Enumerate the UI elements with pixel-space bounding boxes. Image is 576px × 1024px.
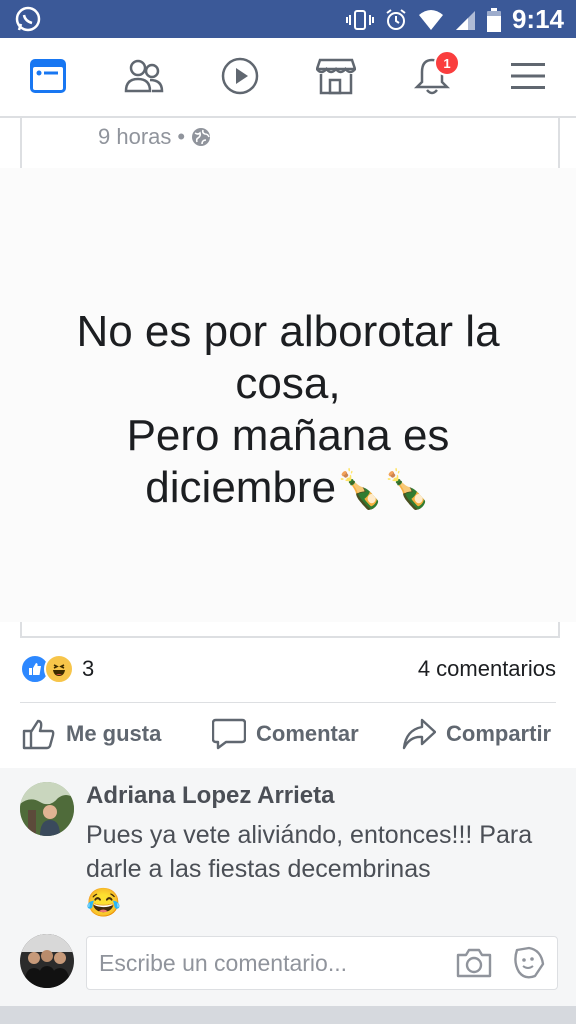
laughing-emoji: 😂 [86,887,121,918]
haha-reaction-icon [44,654,74,684]
comment-text: Pues ya vete aliviándo, entonces!!! Para… [86,821,533,883]
notification-badge: 1 [434,50,460,76]
image-text-line-3: Pero mañana es [126,411,450,460]
image-text-line-2: cosa, [235,359,341,408]
post-card-bottom [20,622,560,638]
image-text-line-4-wrap: diciembre🍾🍾 [0,462,576,516]
commenter-name[interactable]: Adriana Lopez Arrieta [86,782,335,810]
post-time-text: 9 horas [98,124,172,149]
share-label: Compartir [446,721,552,746]
like-label: Me gusta [66,721,162,746]
comment-icon [212,718,246,750]
reaction-count: 3 [82,656,95,681]
user-avatar[interactable] [20,934,74,988]
post-timestamp[interactable]: 9 horas • [98,124,211,150]
post-image[interactable]: No es por alborotar la cosa, Pero mañana… [0,168,576,622]
comment-text-wrap: Pues ya vete aliviándo, entonces!!! Para… [86,818,566,921]
comment-placeholder: Escribe un comentario... [99,950,348,976]
comment-button[interactable]: Comentar [212,718,359,750]
divider [20,702,556,703]
status-time: 9:14 [511,4,564,34]
status-bar: 9:14 [0,0,576,38]
share-icon [402,718,436,750]
post-header: 9 horas • [20,116,560,168]
image-text-line-1: No es por alborotar la [76,307,500,356]
sticker-icon[interactable] [511,946,545,980]
tab-notifications[interactable]: 1 [410,50,460,96]
share-button[interactable]: Compartir [402,718,551,750]
menu-icon [511,63,545,89]
marketplace-icon [316,58,356,95]
alarm-icon [386,8,406,30]
top-nav: 1 [0,38,576,118]
tab-news-feed[interactable] [26,56,70,96]
comment-input[interactable]: Escribe un comentario... [86,936,558,990]
tab-friends[interactable] [122,56,166,96]
tab-menu[interactable] [506,56,550,96]
commenter-avatar[interactable] [20,782,74,836]
signal-icon [455,10,475,30]
image-text-line-4: diciembre [145,463,337,512]
comment-label: Comentar [256,721,359,746]
friends-icon [124,59,164,93]
separator-dot: • [177,124,186,149]
whatsapp-icon [15,6,41,32]
camera-icon[interactable] [455,947,493,979]
post-image-text: No es por alborotar la cosa, Pero mañana… [0,306,576,516]
reactions-summary[interactable]: 3 [20,654,94,684]
wifi-icon [418,9,443,30]
news-feed-icon [30,59,66,93]
globe-icon [192,128,211,146]
comment-count[interactable]: 4 comentarios [418,656,556,682]
video-icon [221,57,259,95]
post-actions: Me gusta Comentar Compartir [20,712,556,760]
comments-section: Adriana Lopez Arrieta Pues ya vete alivi… [0,768,576,1006]
tab-marketplace[interactable] [314,56,358,96]
vibrate-icon [345,9,374,30]
like-button[interactable]: Me gusta [22,718,161,750]
bottom-strip [0,1006,576,1024]
champagne-emoji: 🍾🍾 [336,469,431,511]
thumbs-up-icon [22,719,55,750]
battery-icon [486,7,501,32]
tab-video[interactable] [218,56,262,96]
